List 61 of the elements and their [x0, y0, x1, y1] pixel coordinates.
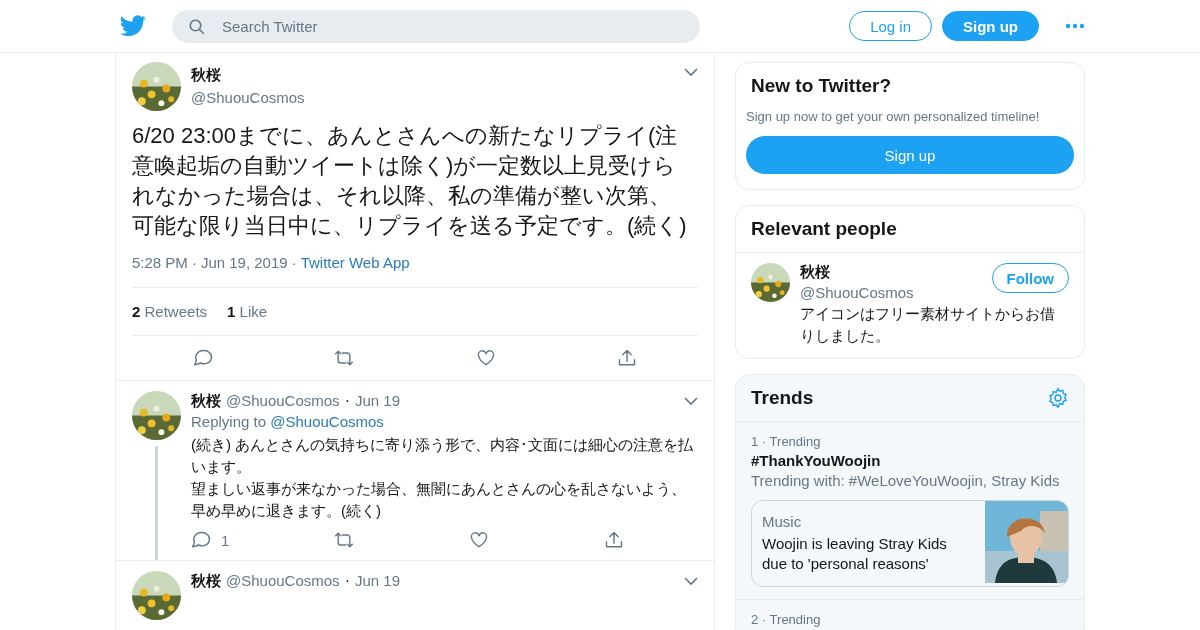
stat-count[interactable]: 1 Like [227, 303, 268, 320]
signup-button[interactable]: Sign up [746, 136, 1074, 174]
user-handle[interactable]: @ShuouCosmos [800, 284, 914, 301]
retweet-icon[interactable] [334, 348, 355, 368]
source-link[interactable]: Twitter Web App [300, 254, 410, 271]
caret-icon[interactable] [684, 68, 698, 77]
share-icon[interactable] [604, 530, 624, 550]
reply-count: 1 [221, 531, 230, 549]
caret-icon[interactable] [684, 577, 698, 586]
news-card[interactable]: Music Woojin is leaving Stray Kids due to 'personal reasons' [751, 500, 1069, 587]
more-icon[interactable] [1065, 23, 1085, 29]
separator-dot: · [344, 572, 350, 590]
trend-name[interactable]: #ThankYouWoojin [751, 452, 1069, 469]
tweet-text: 6/20 23:00までに、あんとさんへの新たなリプライ(注意喚起垢の自動ツイートは除く)が一定数以上見受けられなかった場合は、それ以降、私の準備が整い次第、可能な限り当日中に、リプライを送る予定です。(続く) [132, 122, 688, 240]
user-handle[interactable]: @ShuouCosmos [191, 89, 305, 106]
search-icon [188, 17, 206, 36]
trend-meta: 1 · Trending [751, 434, 822, 449]
user-name[interactable]: 秋桜 [800, 263, 914, 282]
signup-note: Sign up now to get your own personalized timeline! [745, 109, 1041, 126]
reply-text: 望ましい返事が来なかった場合、無闇にあんとさんの心を乱さないよう、早め早めに退きます。(続く) [191, 479, 687, 521]
tweet-time: 5:28 PM [132, 254, 188, 271]
trend-context: Trending with: #WeLoveYouWoojin, Stray Kids [751, 472, 1061, 489]
tweet-date: Jun 19, 2019 [200, 254, 288, 271]
avatar-icon[interactable] [132, 571, 181, 620]
bird-logo-icon[interactable] [120, 15, 146, 37]
avatar-icon[interactable] [751, 263, 790, 302]
mention-link[interactable]: @ShuouCosmos [270, 413, 384, 430]
news-category: Music [762, 513, 803, 530]
tweet-date: Jun 19 [354, 572, 400, 589]
reply-text: (続き) あんとさんの気持ちに寄り添う形で、内容･文面には細心の注意を払います。 [191, 435, 695, 477]
search-field[interactable]: Search Twitter [172, 9, 700, 43]
separator-dot: · [344, 392, 350, 410]
replying-label: Replying to [191, 413, 267, 430]
heart-icon[interactable] [469, 530, 489, 550]
caret-icon[interactable] [684, 397, 698, 406]
user-name[interactable]: 秋桜 [191, 392, 221, 411]
user-handle[interactable]: @ShuouCosmos [226, 392, 340, 409]
avatar-icon[interactable] [132, 391, 181, 440]
tweet-date: Jun 19 [354, 392, 400, 409]
avatar-icon[interactable] [132, 62, 181, 111]
separator-dot: · [291, 254, 297, 271]
follow-button[interactable]: Follow [991, 263, 1069, 293]
trend-meta: 2 · Trending [751, 612, 822, 627]
retweet-icon[interactable] [334, 530, 354, 550]
heart-icon[interactable] [475, 348, 496, 368]
signup-button[interactable]: Sign up [942, 11, 1039, 41]
news-headline: Woojin is leaving Stray Kids due to 'personal reasons' [762, 534, 948, 574]
reply-icon[interactable] [191, 530, 211, 550]
card-title: Relevant people [736, 206, 1084, 253]
reply-icon[interactable] [192, 348, 213, 368]
user-name[interactable]: 秋桜 [191, 66, 305, 85]
card-title: New to Twitter? [750, 74, 893, 98]
card-title: Trends [751, 387, 814, 409]
login-button[interactable]: Log in [849, 11, 932, 41]
settings-icon[interactable] [1047, 387, 1069, 409]
user-handle[interactable]: @ShuouCosmos [226, 572, 340, 589]
share-icon[interactable] [617, 348, 638, 368]
user-name[interactable]: 秋桜 [191, 572, 221, 591]
stat-count[interactable]: 2 Retweets [132, 303, 208, 320]
user-bio: アイコンはフリー素材サイトからお借りしました。 [800, 304, 1056, 346]
separator-dot: · [191, 254, 197, 271]
